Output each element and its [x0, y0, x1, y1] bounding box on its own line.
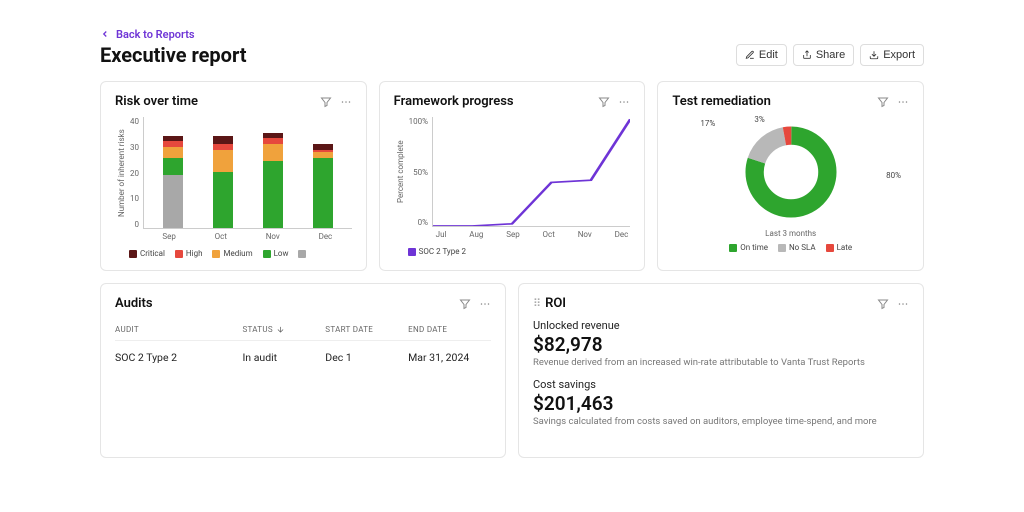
col-status[interactable]: STATUS: [242, 325, 325, 334]
edit-button[interactable]: Edit: [736, 44, 787, 66]
roi-savings-value: $201,463: [533, 392, 909, 415]
more-icon[interactable]: [340, 96, 352, 108]
risk-over-time-card: Risk over time Number of inherent risks …: [100, 81, 367, 271]
more-icon[interactable]: [897, 298, 909, 310]
more-icon[interactable]: [897, 96, 909, 108]
share-icon: [802, 50, 812, 60]
remediation-chart: 80% 17% 3%: [672, 117, 909, 227]
filter-icon[interactable]: [877, 96, 889, 108]
filter-icon[interactable]: [320, 96, 332, 108]
roi-revenue-desc: Revenue derived from an increased win-ra…: [533, 357, 909, 368]
roi-savings-desc: Savings calculated from costs saved on a…: [533, 416, 909, 427]
risk-chart: Number of inherent risks 403020100: [115, 117, 352, 229]
more-icon[interactable]: [479, 298, 491, 310]
arrow-left-icon: [100, 29, 110, 39]
pencil-icon: [745, 50, 755, 60]
remediation-card-title: Test remediation: [672, 94, 771, 109]
filter-icon[interactable]: [459, 298, 471, 310]
export-button[interactable]: Export: [860, 44, 924, 66]
framework-card-title: Framework progress: [394, 94, 514, 109]
roi-savings-label: Cost savings: [533, 378, 909, 391]
download-icon: [869, 50, 879, 60]
col-end[interactable]: END DATE: [408, 325, 491, 334]
page-title: Executive report: [100, 43, 247, 67]
table-row[interactable]: SOC 2 Type 2 In audit Dec 1 Mar 31, 2024: [115, 341, 491, 374]
audits-card-title: Audits: [115, 296, 153, 311]
audits-card: Audits AUDIT STATUS START DATE END DATE …: [100, 283, 506, 458]
back-link-label: Back to Reports: [116, 28, 195, 41]
roi-card-title: ROI: [545, 296, 566, 311]
framework-progress-card: Framework progress Percent complete 100%…: [379, 81, 646, 271]
sort-down-icon: [276, 325, 285, 334]
share-button[interactable]: Share: [793, 44, 854, 66]
framework-chart: Percent complete 100%50%0%: [394, 117, 631, 227]
roi-card: ⠿ ROI Unlocked revenue $82,978 Revenue d…: [518, 283, 924, 458]
test-remediation-card: Test remediation 80% 17% 3% Last 3 month…: [657, 81, 924, 271]
drag-handle-icon[interactable]: ⠿: [533, 297, 541, 310]
filter-icon[interactable]: [598, 96, 610, 108]
col-audit[interactable]: AUDIT: [115, 325, 242, 334]
back-to-reports-link[interactable]: Back to Reports: [100, 28, 195, 41]
filter-icon[interactable]: [877, 298, 889, 310]
header-actions: Edit Share Export: [736, 44, 924, 66]
risk-card-title: Risk over time: [115, 94, 198, 109]
col-start[interactable]: START DATE: [325, 325, 408, 334]
roi-revenue-value: $82,978: [533, 333, 909, 356]
more-icon[interactable]: [618, 96, 630, 108]
roi-revenue-label: Unlocked revenue: [533, 319, 909, 332]
audits-table-header: AUDIT STATUS START DATE END DATE: [115, 319, 491, 341]
